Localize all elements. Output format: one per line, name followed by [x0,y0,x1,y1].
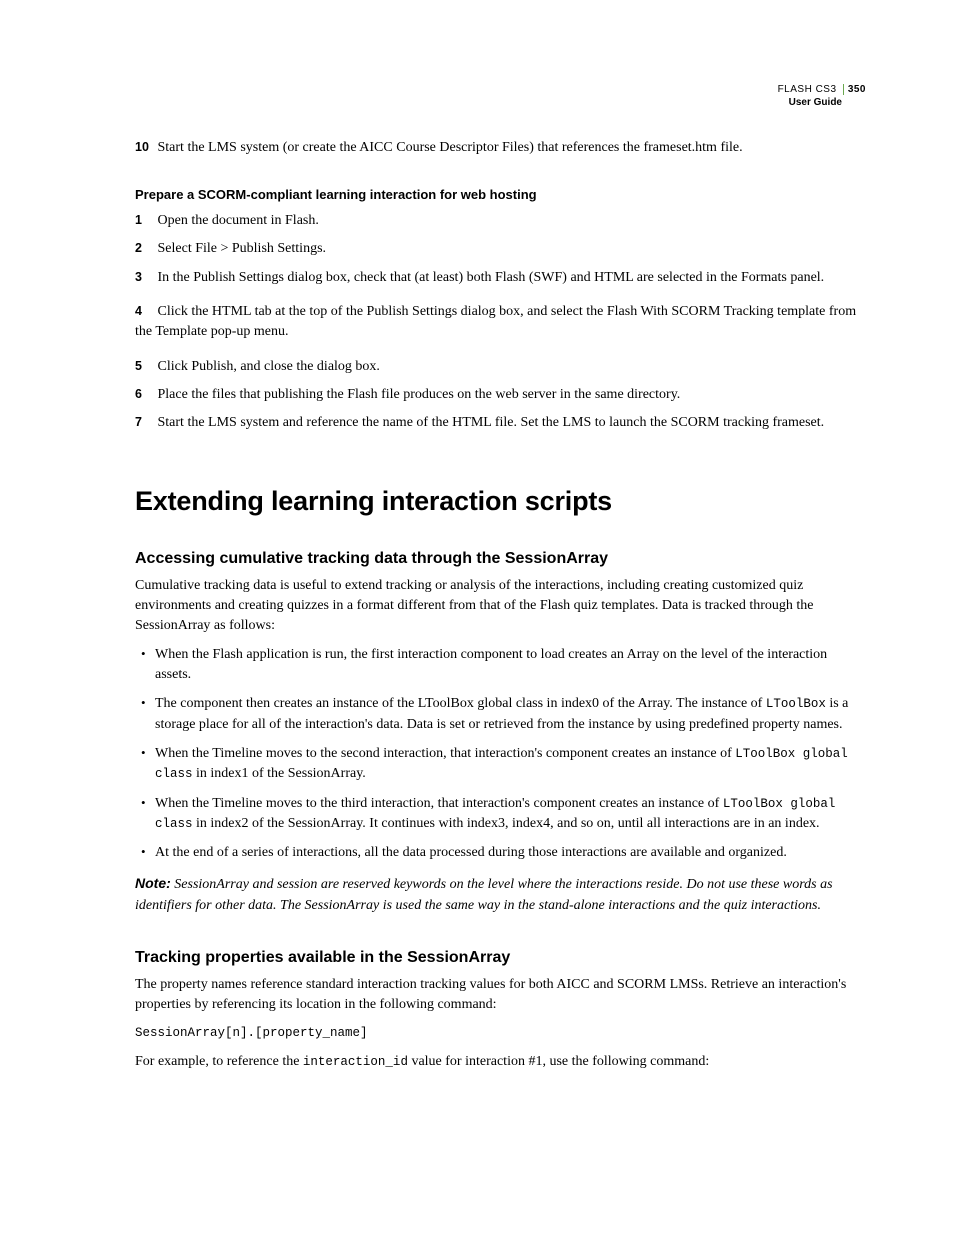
list-item: When the Timeline moves to the second in… [135,744,866,785]
list-item-text: in index1 of the SessionArray. [193,766,366,781]
list-item-text: At the end of a series of interactions, … [155,845,787,860]
step-number: 4 [135,302,151,320]
step-4: 4 Click the HTML tab at the top of the P… [135,302,866,343]
step-10: 10 Start the LMS system (or create the A… [135,138,866,158]
topic-tracking-properties: Tracking properties available in the Ses… [135,946,866,1072]
note-label: Note: [135,875,171,891]
code-block: SessionArray[n].[property_name] [135,1024,866,1042]
step-text: Start the LMS system and reference the n… [158,415,825,430]
inline-code: LToolBox [766,697,826,711]
step-text: In the Publish Settings dialog box, chec… [158,270,825,285]
inline-code: interaction_id [303,1055,408,1069]
topic-intro: The property names reference standard in… [135,975,866,1016]
step-text: Place the files that publishing the Flas… [158,387,681,402]
step-text: Click the HTML tab at the top of the Pub… [135,304,856,339]
page-number: 350 [843,84,866,95]
bullet-list: When the Flash application is run, the f… [135,645,866,864]
topic-sessionarray-access: Accessing cumulative tracking data throu… [135,547,866,916]
list-item: At the end of a series of interactions, … [135,843,866,863]
step-3: 3 In the Publish Settings dialog box, ch… [135,268,866,288]
step-text: Open the document in Flash. [158,213,319,228]
body-paragraph: For example, to reference the interactio… [135,1052,866,1072]
list-item-text: in index2 of the SessionArray. It contin… [193,816,820,831]
step-6: 6 Place the files that publishing the Fl… [135,385,866,405]
step-7: 7 Start the LMS system and reference the… [135,413,866,433]
step-1: 1 Open the document in Flash. [135,211,866,231]
header-doc-title: User Guide [778,96,866,109]
step-5: 5 Click Publish, and close the dialog bo… [135,357,866,377]
step-text: Select File > Publish Settings. [158,241,327,256]
list-item-text: The component then creates an instance o… [155,696,766,711]
list-item: When the Flash application is run, the f… [135,645,866,686]
paragraph-text: For example, to reference the [135,1054,303,1069]
document-page: FLASH CS3 350 User Guide 10 Start the LM… [0,0,954,1162]
section-subhead-scorm: Prepare a SCORM-compliant learning inter… [135,186,866,205]
paragraph-text: value for interaction #1, use the follow… [408,1054,709,1069]
note-text: SessionArray and session are reserved ke… [135,877,833,912]
step-text: Click Publish, and close the dialog box. [158,359,380,374]
topic-intro: Cumulative tracking data is useful to ex… [135,576,866,637]
list-item-text: When the Flash application is run, the f… [155,647,827,682]
page-content: 10 Start the LMS system (or create the A… [135,138,866,1072]
note-paragraph: Note: SessionArray and session are reser… [135,873,866,916]
topic-title: Accessing cumulative tracking data throu… [135,547,866,570]
step-number: 1 [135,211,151,229]
header-product: FLASH CS3 [778,84,837,95]
running-header: FLASH CS3 350 User Guide [778,83,866,109]
list-item-text: When the Timeline moves to the second in… [155,746,735,761]
list-item: The component then creates an instance o… [135,694,866,735]
step-number: 7 [135,413,151,431]
step-number: 2 [135,239,151,257]
step-number: 3 [135,268,151,286]
chapter-title: Extending learning interaction scripts [135,482,866,521]
list-item-text: When the Timeline moves to the third int… [155,796,723,811]
list-item: When the Timeline moves to the third int… [135,794,866,835]
step-2: 2 Select File > Publish Settings. [135,239,866,259]
step-number: 6 [135,385,151,403]
step-number: 5 [135,357,151,375]
topic-title: Tracking properties available in the Ses… [135,946,866,969]
step-number: 10 [135,138,151,156]
step-text: Start the LMS system (or create the AICC… [158,140,743,155]
